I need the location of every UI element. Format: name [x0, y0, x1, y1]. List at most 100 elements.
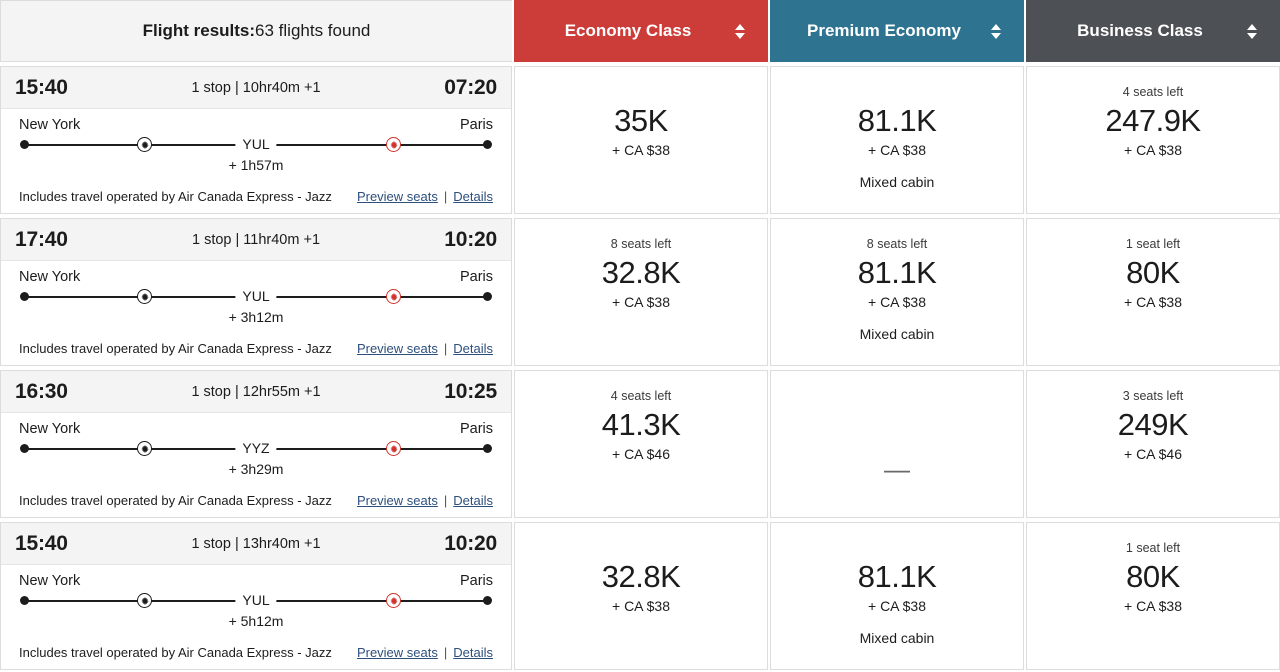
fare-cell-economy-row-1[interactable]: 35K + CA $38	[514, 66, 768, 214]
flight-results-page: Flight results: 63 flights found Economy …	[0, 0, 1280, 672]
column-header-business-class[interactable]: Business Class	[1026, 0, 1280, 62]
city-line: New York Paris	[19, 269, 493, 285]
maple-leaf-black-icon	[137, 289, 152, 304]
results-header-row: Flight results: 63 flights found Economy …	[0, 0, 1280, 62]
operator-text: Includes travel operated by Air Canada E…	[19, 644, 332, 660]
column-header-economy-class[interactable]: Economy Class	[514, 0, 768, 62]
flight-itinerary: 15:40 1 stop | 13hr40m +1 10:20 New York…	[0, 522, 512, 670]
seats-left-badge: 1 seat left	[1125, 541, 1181, 555]
fare-points: 80K	[1126, 255, 1180, 290]
fare-cell-business-row-1[interactable]: 4 seats left 247.9K + CA $38	[1026, 66, 1280, 214]
preview-seats-link[interactable]: Preview seats	[357, 645, 438, 660]
fare-cabin-note: Mixed cabin	[859, 326, 935, 342]
column-header-label: Premium Economy	[807, 21, 961, 40]
fare-cell-business-row-3[interactable]: 3 seats left 249K + CA $46	[1026, 370, 1280, 518]
fare-taxes: + CA $38	[612, 142, 670, 158]
sort-arrows-icon[interactable]	[991, 21, 1002, 41]
operator-text: Includes travel operated by Air Canada E…	[19, 492, 332, 508]
fare-points: 81.1K	[857, 559, 937, 594]
sort-arrows-icon[interactable]	[735, 21, 746, 41]
link-separator: |	[443, 644, 448, 660]
route-graphic: YUL	[20, 136, 492, 154]
preview-seats-link[interactable]: Preview seats	[357, 493, 438, 508]
route-area: New York Paris YUL	[1, 109, 511, 179]
flight-row-1: 15:40 1 stop | 10hr40m +1 07:20 New York…	[0, 66, 1280, 214]
details-link[interactable]: Details	[453, 341, 493, 356]
operator-line: Includes travel operated by Air Canada E…	[1, 179, 511, 213]
stops-and-duration: 1 stop | 13hr40m +1	[191, 535, 321, 552]
connection-airport-code: YYZ	[235, 440, 277, 457]
origin-city: New York	[19, 421, 81, 437]
fare-cell-premium-economy-row-1[interactable]: 81.1K + CA $38 Mixed cabin	[770, 66, 1024, 214]
fare-taxes: + CA $46	[1124, 446, 1182, 462]
column-header-label: Business Class	[1077, 21, 1203, 40]
connection-airport-code: YUL	[235, 288, 277, 305]
stops-and-duration: 1 stop | 11hr40m +1	[191, 231, 321, 248]
fare-taxes: + CA $38	[1124, 142, 1182, 158]
layover-duration: + 3h12m	[228, 309, 284, 325]
flight-row-3: 16:30 1 stop | 12hr55m +1 10:25 New York…	[0, 370, 1280, 518]
arrival-time: 07:20	[444, 75, 497, 99]
fare-cell-premium-economy-row-4[interactable]: 81.1K + CA $38 Mixed cabin	[770, 522, 1024, 670]
maple-leaf-black-icon	[137, 593, 152, 608]
layover-duration: + 5h12m	[228, 613, 284, 629]
flight-results-count: 63 flights found	[255, 21, 371, 40]
flight-time-strip: 17:40 1 stop | 11hr40m +1 10:20	[1, 219, 511, 261]
details-link[interactable]: Details	[453, 645, 493, 660]
details-link[interactable]: Details	[453, 189, 493, 204]
maple-leaf-red-icon	[386, 441, 401, 456]
link-separator: |	[443, 492, 448, 508]
fare-cabin-note: Mixed cabin	[859, 630, 935, 646]
seats-left-badge: 1 seat left	[1125, 237, 1181, 251]
stops-and-duration: 1 stop | 12hr55m +1	[191, 383, 321, 400]
fare-cell-economy-row-4[interactable]: 32.8K + CA $38	[514, 522, 768, 670]
fare-taxes: + CA $38	[1124, 598, 1182, 614]
seats-left-badge: 8 seats left	[610, 237, 672, 251]
sort-arrows-icon[interactable]	[1247, 21, 1258, 41]
flight-row-4: 15:40 1 stop | 13hr40m +1 10:20 New York…	[0, 522, 1280, 670]
destination-dot-icon	[483, 444, 492, 453]
departure-time: 16:30	[15, 379, 68, 403]
flight-itinerary: 16:30 1 stop | 12hr55m +1 10:25 New York…	[0, 370, 512, 518]
details-link[interactable]: Details	[453, 493, 493, 508]
seats-left-badge: 4 seats left	[610, 389, 672, 403]
origin-dot-icon	[20, 292, 29, 301]
route-area: New York Paris YYZ + 3h29m	[1, 413, 511, 483]
maple-leaf-black-icon	[137, 137, 152, 152]
connection-airport-code: YUL	[235, 136, 277, 153]
origin-dot-icon	[20, 140, 29, 149]
fare-cell-economy-row-3[interactable]: 4 seats left 41.3K + CA $46	[514, 370, 768, 518]
flight-results-label: Flight results:	[142, 21, 256, 40]
preview-seats-link[interactable]: Preview seats	[357, 341, 438, 356]
flight-itinerary: 15:40 1 stop | 10hr40m +1 07:20 New York…	[0, 66, 512, 214]
column-header-premium-economy[interactable]: Premium Economy	[770, 0, 1024, 62]
row-actions: Preview seats | Details	[357, 493, 493, 508]
flight-time-strip: 15:40 1 stop | 13hr40m +1 10:20	[1, 523, 511, 565]
fare-cell-premium-economy-row-2[interactable]: 8 seats left 81.1K + CA $38 Mixed cabin	[770, 218, 1024, 366]
operator-text: Includes travel operated by Air Canada E…	[19, 188, 332, 204]
maple-leaf-black-icon	[137, 441, 152, 456]
fare-cell-premium-economy-row-3: —	[770, 370, 1024, 518]
route-graphic: YYZ	[20, 440, 492, 458]
departure-time: 15:40	[15, 531, 68, 555]
preview-seats-link[interactable]: Preview seats	[357, 189, 438, 204]
operator-line: Includes travel operated by Air Canada E…	[1, 635, 511, 669]
city-line: New York Paris	[19, 117, 493, 133]
destination-dot-icon	[483, 292, 492, 301]
fare-cell-business-row-4[interactable]: 1 seat left 80K + CA $38	[1026, 522, 1280, 670]
destination-dot-icon	[483, 596, 492, 605]
fare-cell-economy-row-2[interactable]: 8 seats left 32.8K + CA $38	[514, 218, 768, 366]
destination-city: Paris	[459, 117, 493, 133]
flight-time-strip: 15:40 1 stop | 10hr40m +1 07:20	[1, 67, 511, 109]
origin-dot-icon	[20, 596, 29, 605]
fare-points: 41.3K	[601, 407, 681, 442]
fare-cell-business-row-2[interactable]: 1 seat left 80K + CA $38	[1026, 218, 1280, 366]
route-area: New York Paris YUL	[1, 565, 511, 635]
fare-taxes: + CA $38	[868, 294, 926, 310]
fare-points: 32.8K	[601, 559, 681, 594]
flight-row-2: 17:40 1 stop | 11hr40m +1 10:20 New York…	[0, 218, 1280, 366]
link-separator: |	[443, 188, 448, 204]
operator-line: Includes travel operated by Air Canada E…	[1, 331, 511, 365]
seats-left-badge: 4 seats left	[1122, 85, 1184, 99]
layover-duration: + 1h57m	[228, 157, 284, 173]
